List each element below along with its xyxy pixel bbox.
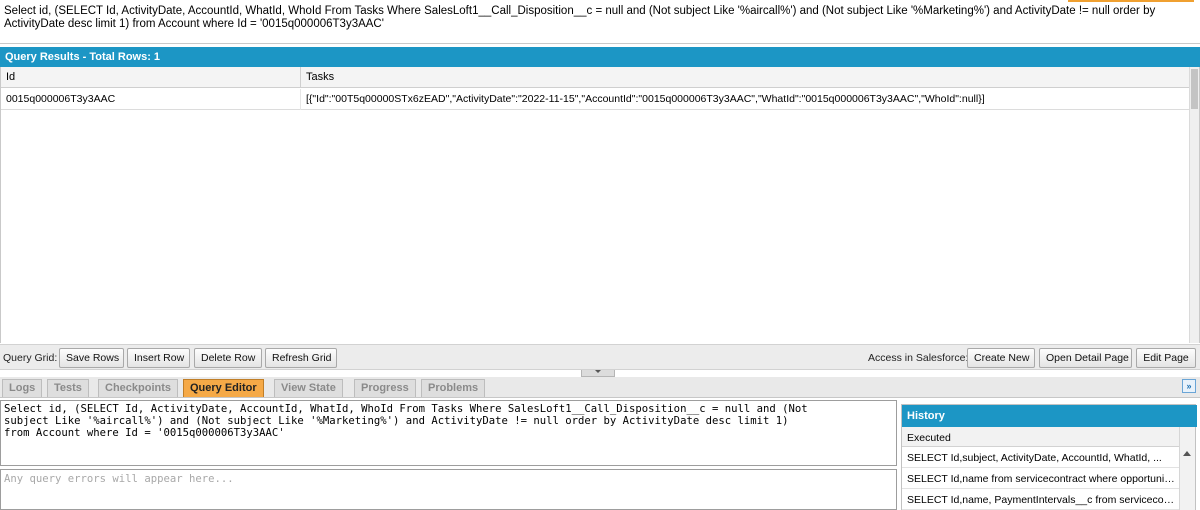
- tab-logs[interactable]: Logs: [2, 379, 43, 397]
- history-item[interactable]: SELECT Id,subject, ActivityDate, Account…: [902, 447, 1180, 468]
- column-header-id[interactable]: Id: [1, 67, 301, 88]
- tab-problems[interactable]: Problems: [421, 379, 486, 397]
- double-chevron-down-icon[interactable]: »: [1182, 379, 1196, 393]
- column-header-tasks[interactable]: Tasks: [301, 67, 1191, 88]
- bottom-tab-bar: Logs Tests Checkpoints Query Editor View…: [0, 377, 1200, 398]
- table-row[interactable]: 0015q000006T3y3AAC [{"Id":"00T5q00000STx…: [1, 89, 1191, 110]
- edit-page-button[interactable]: Edit Page: [1136, 348, 1196, 368]
- grid-header-row: Id Tasks: [1, 67, 1191, 88]
- insert-row-button[interactable]: Insert Row: [127, 348, 190, 368]
- query-grid-toolbar: Query Grid: Save Rows Insert Row Delete …: [0, 344, 1200, 370]
- accent-strip: [1068, 0, 1194, 2]
- open-detail-page-button[interactable]: Open Detail Page: [1039, 348, 1132, 368]
- results-scrollbar[interactable]: [1189, 67, 1199, 343]
- history-executed-header[interactable]: Executed: [902, 427, 1180, 447]
- tab-progress[interactable]: Progress: [354, 379, 416, 397]
- refresh-grid-button[interactable]: Refresh Grid: [265, 348, 337, 368]
- cell-tasks[interactable]: [{"Id":"00T5q00000STx6zEAD","ActivityDat…: [301, 89, 1191, 110]
- tab-tests[interactable]: Tests: [47, 379, 89, 397]
- history-panel: History Executed SELECT Id,subject, Acti…: [901, 404, 1197, 510]
- query-results-grid: Id Tasks 0015q000006T3y3AAC [{"Id":"00T5…: [0, 67, 1200, 343]
- scrollbar-thumb[interactable]: [1191, 69, 1198, 109]
- query-grid-label: Query Grid:: [3, 352, 58, 364]
- tab-checkpoints[interactable]: Checkpoints: [98, 379, 179, 397]
- panel-splitter-handle[interactable]: [581, 370, 615, 377]
- history-title: History: [902, 405, 1197, 427]
- create-new-button[interactable]: Create New: [967, 348, 1035, 368]
- query-editor-text[interactable]: Select id, (SELECT Id, ActivityDate, Acc…: [4, 403, 893, 439]
- access-in-salesforce-label: Access in Salesforce:: [868, 352, 969, 364]
- cell-id[interactable]: 0015q000006T3y3AAC: [1, 89, 301, 110]
- query-errors-placeholder: Any query errors will appear here...: [4, 473, 234, 485]
- top-query-text: Select id, (SELECT Id, ActivityDate, Acc…: [4, 5, 1158, 30]
- history-scrollbar[interactable]: [1179, 427, 1195, 510]
- delete-row-button[interactable]: Delete Row: [194, 348, 262, 368]
- save-rows-button[interactable]: Save Rows: [59, 348, 124, 368]
- query-errors-area[interactable]: Any query errors will appear here...: [0, 469, 897, 510]
- history-item[interactable]: SELECT Id,name from servicecontract wher…: [902, 468, 1180, 489]
- query-results-header: Query Results - Total Rows: 1: [0, 47, 1200, 67]
- triangle-up-icon[interactable]: [1183, 451, 1191, 456]
- tab-query-editor[interactable]: Query Editor: [183, 379, 264, 397]
- top-query-display: Select id, (SELECT Id, ActivityDate, Acc…: [0, 0, 1200, 44]
- tab-view-state[interactable]: View State: [274, 379, 343, 397]
- query-editor-textarea[interactable]: Select id, (SELECT Id, ActivityDate, Acc…: [0, 400, 897, 466]
- triangle-down-icon: [595, 370, 601, 373]
- history-item[interactable]: SELECT Id,name, PaymentIntervals__c from…: [902, 489, 1180, 510]
